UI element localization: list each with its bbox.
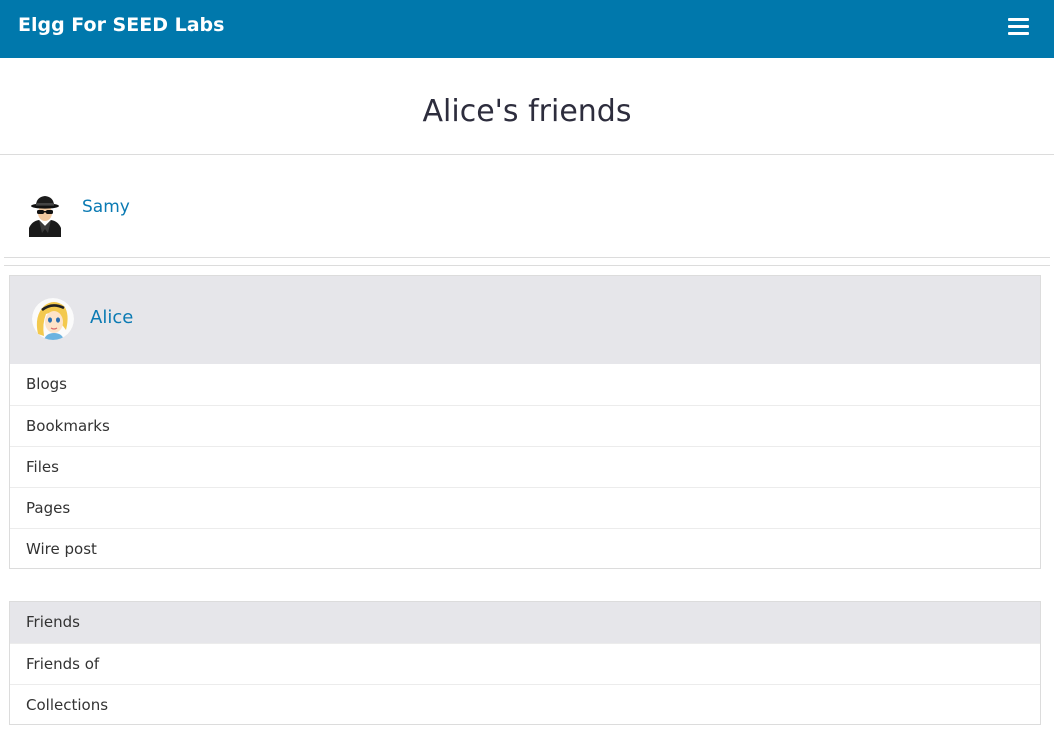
owner-name-link[interactable]: Alice: [90, 307, 133, 328]
owner-menu-item-bookmarks[interactable]: Bookmarks: [10, 405, 1040, 446]
site-title-link[interactable]: Elgg For SEED Labs: [18, 14, 224, 36]
page-title: Alice's friends: [422, 94, 632, 129]
friend-list-item: Samy: [0, 157, 1054, 257]
alice-avatar-icon[interactable]: [32, 298, 74, 340]
divider: [0, 154, 1054, 155]
hamburger-menu-icon[interactable]: [1008, 18, 1029, 36]
nav-item-friends-of[interactable]: Friends of: [10, 643, 1040, 684]
divider: [4, 265, 1050, 266]
owner-menu-item-wire-post[interactable]: Wire post: [10, 528, 1040, 569]
owner-menu-item-pages[interactable]: Pages: [10, 487, 1040, 528]
spy-avatar-icon[interactable]: [26, 195, 64, 237]
owner-menu-item-blogs[interactable]: Blogs: [10, 364, 1040, 405]
friends-nav: Friends Friends of Collections: [9, 601, 1041, 725]
top-bar: Elgg For SEED Labs: [0, 0, 1054, 58]
owner-header: Alice: [10, 276, 1040, 364]
owner-menu-item-files[interactable]: Files: [10, 446, 1040, 487]
nav-item-friends[interactable]: Friends: [10, 602, 1040, 643]
friend-name-link[interactable]: Samy: [82, 197, 130, 217]
nav-item-collections[interactable]: Collections: [10, 684, 1040, 725]
divider: [4, 257, 1050, 258]
owner-block: Alice Blogs Bookmarks Files Pages Wire p…: [9, 275, 1041, 569]
